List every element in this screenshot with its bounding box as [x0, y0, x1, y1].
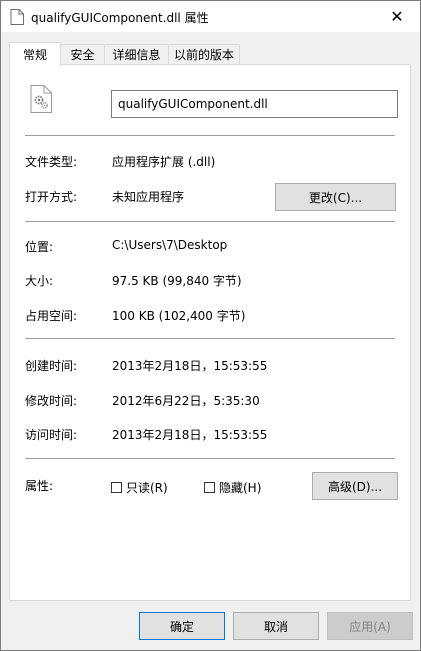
created-label: 创建时间: [25, 359, 78, 373]
properties-dialog: qualifyGUIComponent.dll 属性 ✕ 常规 安全 详细信息 … [0, 0, 421, 651]
advanced-button[interactable]: 高级(D)... [312, 472, 398, 500]
tab-details[interactable]: 详细信息 [104, 44, 169, 64]
tab-security[interactable]: 安全 [60, 44, 105, 64]
accessed-value: 2013年2月18日，15:53:55 [112, 428, 268, 442]
dll-file-icon [30, 85, 52, 113]
divider [25, 458, 395, 459]
modified-label: 修改时间: [25, 394, 78, 408]
readonly-checkbox[interactable]: 只读(R) [111, 479, 168, 496]
open-with-value: 未知应用程序 [112, 190, 185, 204]
tab-previous-versions[interactable]: 以前的版本 [168, 44, 240, 64]
ok-button[interactable]: 确定 [139, 612, 225, 640]
divider [25, 135, 395, 136]
divider [25, 221, 395, 222]
divider [25, 338, 395, 339]
open-with-label: 打开方式: [25, 190, 78, 204]
hidden-checkbox[interactable]: 隐藏(H) [204, 479, 261, 496]
attributes-label: 属性: [25, 479, 54, 493]
file-type-label: 文件类型: [25, 155, 78, 169]
size-value: 97.5 KB (99,840 字节) [112, 274, 242, 288]
location-value: C:\Users\7\Desktop [112, 238, 228, 252]
size-label: 大小: [25, 274, 54, 288]
close-icon: ✕ [390, 7, 404, 26]
accessed-label: 访问时间: [25, 428, 78, 442]
size-on-disk-label: 占用空间: [25, 309, 78, 323]
modified-value: 2012年6月22日，5:35:30 [112, 394, 260, 408]
apply-button[interactable]: 应用(A) [327, 612, 413, 640]
size-on-disk-value: 100 KB (102,400 字节) [112, 309, 246, 323]
general-panel: 文件类型: 应用程序扩展 (.dll) 打开方式: 未知应用程序 更改(C)..… [9, 64, 411, 601]
cancel-button[interactable]: 取消 [233, 612, 319, 640]
checkbox-box[interactable] [111, 482, 122, 493]
title-bar[interactable]: qualifyGUIComponent.dll 属性 ✕ [1, 1, 420, 32]
file-type-value: 应用程序扩展 (.dll) [112, 155, 216, 169]
document-icon [10, 9, 24, 25]
created-value: 2013年2月18日，15:53:55 [112, 359, 268, 373]
location-label: 位置: [25, 240, 54, 254]
tab-general[interactable]: 常规 [9, 42, 61, 66]
change-button[interactable]: 更改(C)... [275, 183, 396, 211]
file-name-input[interactable] [111, 90, 398, 118]
close-button[interactable]: ✕ [374, 1, 420, 32]
checkbox-box[interactable] [204, 482, 215, 493]
tab-strip: 常规 安全 详细信息 以前的版本 [9, 42, 413, 66]
window-title: qualifyGUIComponent.dll 属性 [31, 11, 209, 25]
